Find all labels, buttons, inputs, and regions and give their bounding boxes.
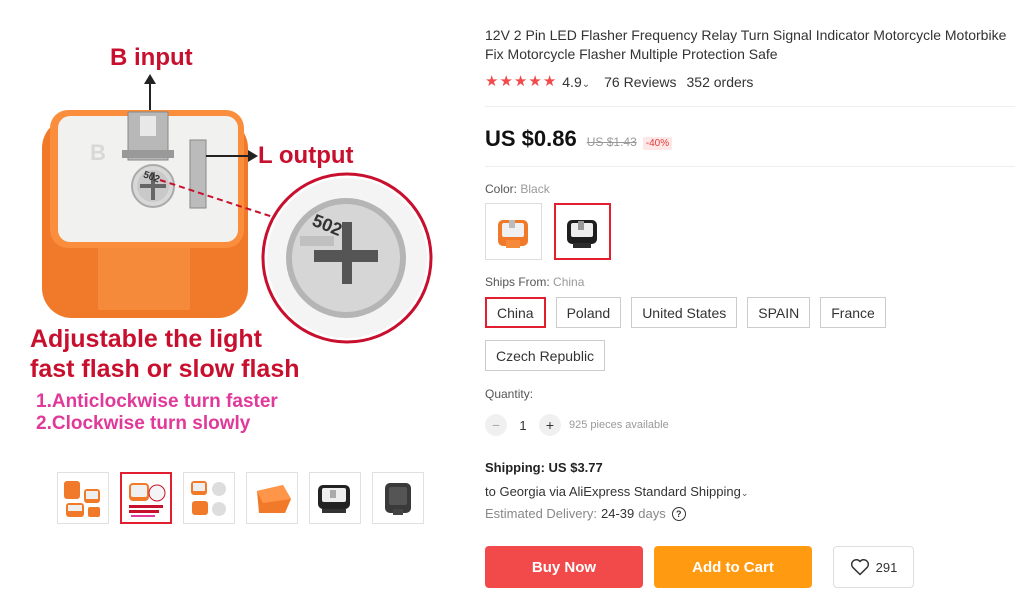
ships-from-label: Ships From: China <box>485 275 584 289</box>
discount-badge: -40% <box>642 137 673 150</box>
reviews-link[interactable]: 76 Reviews <box>604 74 676 90</box>
heart-icon <box>850 559 869 576</box>
estimated-delivery: Estimated Delivery: 24-39 days ? <box>485 506 686 521</box>
delivery-label: Estimated Delivery: <box>485 506 597 521</box>
thumbnail-strip <box>57 472 424 524</box>
headline-line1: Adjustable the light <box>30 325 262 353</box>
ships-from-label-text: Ships From: <box>485 275 550 289</box>
rating-stars: ★ ★ ★ ★ ★ <box>485 73 556 91</box>
current-price: US $0.86 <box>485 126 577 151</box>
quantity-decrease-button[interactable]: − <box>485 414 507 436</box>
divider <box>485 106 1015 107</box>
ship-option-spain[interactable]: SPAIN <box>747 297 811 328</box>
stock-available: 925 pieces available <box>569 419 669 431</box>
quantity-label: Quantity: <box>485 387 534 401</box>
original-price: US $1.43 <box>586 135 637 149</box>
flasher-relay-illustration: B <box>42 74 433 344</box>
product-title: 12V 2 Pin LED Flasher Frequency Relay Tu… <box>485 27 1007 62</box>
orange-flasher-icon <box>497 219 528 248</box>
rating-value[interactable]: 4.9⌄ <box>562 74 590 90</box>
black-flasher-back-icon <box>385 483 411 515</box>
thumbnail-1[interactable] <box>57 472 109 524</box>
thumbnail-4[interactable] <box>246 472 298 524</box>
add-to-cart-button[interactable]: Add to Cart <box>654 546 812 588</box>
chevron-down-icon: ⌄ <box>581 79 591 90</box>
ship-option-france[interactable]: France <box>820 297 886 328</box>
quantity-stepper: − 1 + 925 pieces available <box>485 414 669 436</box>
instruction-step1: 1.Anticlockwise turn faster <box>36 391 278 412</box>
ship-option-poland[interactable]: Poland <box>555 297 622 328</box>
shipping-method-selector[interactable]: to Georgia via AliExpress Standard Shipp… <box>485 484 748 499</box>
rating-number: 4.9 <box>562 74 582 90</box>
star-icon: ★ <box>499 73 513 90</box>
black-flasher-icon <box>566 219 597 248</box>
shipping-cost: Shipping: US $3.77 <box>485 460 603 475</box>
star-icon: ★ <box>542 73 557 90</box>
delivery-days: 24-39 <box>600 506 635 521</box>
delivery-unit: days <box>638 506 666 521</box>
star-icon: ★ <box>485 73 499 90</box>
chevron-down-icon: ⌄ <box>740 488 749 498</box>
swatch-orange[interactable] <box>485 203 542 260</box>
quantity-input[interactable]: 1 <box>507 418 539 433</box>
ship-option-china[interactable]: China <box>485 297 546 328</box>
help-icon[interactable]: ? <box>671 506 686 521</box>
wishlist-button[interactable]: 291 <box>833 546 914 588</box>
shipping-destination: to Georgia via AliExpress Standard Shipp… <box>485 484 741 499</box>
thumbnail-5[interactable] <box>309 472 361 524</box>
product-main-image: B B input L output 502 502 Adjustable th… <box>0 0 450 455</box>
star-icon: ★ <box>513 73 528 90</box>
l-output-label: L output <box>258 142 354 169</box>
svg-text:B: B <box>90 140 106 165</box>
action-buttons: Buy Now Add to Cart 291 <box>485 546 914 588</box>
swatch-black[interactable] <box>554 203 611 260</box>
thumbnail-2[interactable] <box>120 472 172 524</box>
b-input-label: B input <box>110 44 193 71</box>
wishlist-count: 291 <box>875 559 898 575</box>
price-row: US $0.86 US $1.43 -40% <box>485 126 673 152</box>
rating-row: ★ ★ ★ ★ ★ 4.9⌄ 76 Reviews 352 orders <box>485 73 753 91</box>
thumbnail-3[interactable] <box>183 472 235 524</box>
black-flasher-icon <box>318 485 350 513</box>
orders-count: 352 orders <box>686 74 754 90</box>
star-icon: ★ <box>528 73 542 90</box>
thumbnail-6[interactable] <box>372 472 424 524</box>
ship-option-czech-republic[interactable]: Czech Republic <box>485 340 606 371</box>
ship-option-united-states[interactable]: United States <box>631 297 738 328</box>
ships-from-options: China Poland United States SPAIN France … <box>485 297 1015 371</box>
color-label-text: Color: <box>485 182 518 196</box>
instruction-step2: 2.Clockwise turn slowly <box>36 413 251 434</box>
flasher-views-icon <box>191 481 226 516</box>
ships-from-selected-value: China <box>553 275 585 289</box>
annotated-flasher-icon <box>129 483 166 517</box>
orange-flasher-icon <box>257 485 291 513</box>
color-label: Color: Black <box>485 182 550 196</box>
divider <box>485 166 1015 167</box>
color-selected-value: Black <box>520 182 550 196</box>
orange-flasher-set-icon <box>64 481 100 517</box>
headline-line2: fast flash or slow flash <box>30 355 300 383</box>
buy-now-button[interactable]: Buy Now <box>485 546 643 588</box>
quantity-increase-button[interactable]: + <box>539 414 561 436</box>
color-swatches <box>485 203 611 260</box>
